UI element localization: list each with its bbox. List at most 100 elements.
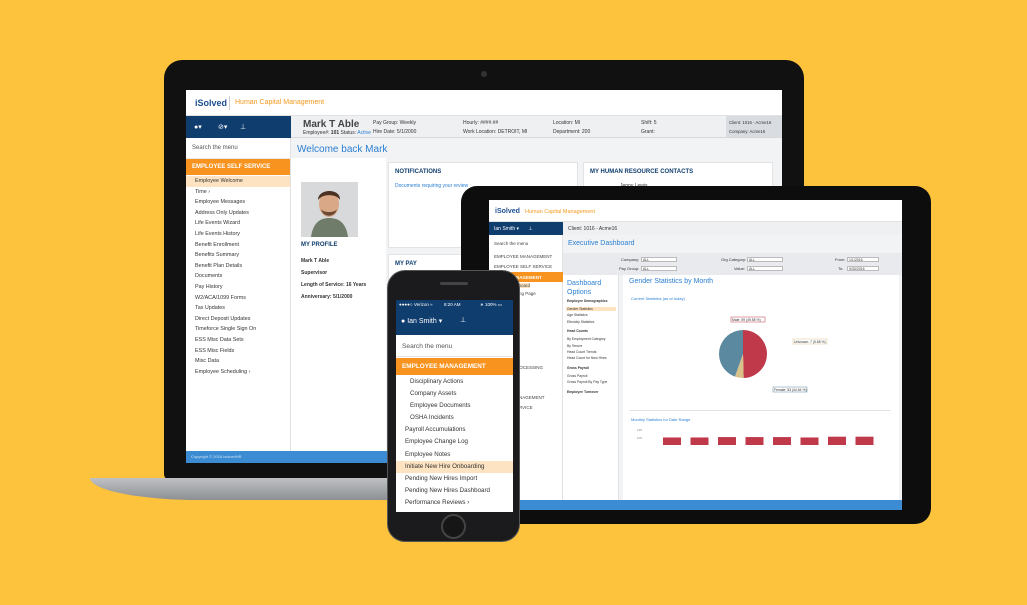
- dashboard-option[interactable]: By Tenure: [567, 344, 582, 348]
- chart-title: Gender Statistics by Month: [629, 278, 714, 285]
- from-date-input[interactable]: 1/1/2016: [847, 257, 879, 262]
- tablet-user-menu[interactable]: Ian Smith ▾ ⊥: [489, 222, 563, 235]
- y-tick-label: 100: [637, 436, 642, 440]
- pay-group-label: Pay Group:: [619, 266, 640, 271]
- sidebar-item[interactable]: Timeforce Single Sign On: [186, 324, 290, 335]
- sidebar-item[interactable]: Employee Scheduling ›: [186, 367, 290, 378]
- avatar: [301, 182, 358, 237]
- isolved-logo[interactable]: iSolved: [195, 98, 227, 108]
- menu-item[interactable]: Company Assets: [396, 388, 513, 400]
- company-label: Company:: [621, 257, 640, 262]
- section-employee-management[interactable]: EMPLOYEE MANAGEMENT: [396, 358, 513, 375]
- sidebar-item[interactable]: Life Events History: [186, 229, 290, 240]
- hr-contacts-title: MY HUMAN RESOURCE CONTACTS: [590, 169, 694, 175]
- sidebar-item[interactable]: Tax Updates: [186, 303, 290, 314]
- sidebar-item[interactable]: W2/ACA/1099 Forms: [186, 293, 290, 304]
- employee-id-status: Employee#: 101 Status: Active: [303, 130, 371, 136]
- sidebar-item[interactable]: Direct Deposit Updates: [186, 314, 290, 325]
- sidebar-item[interactable]: Address Only Updates: [186, 208, 290, 219]
- menu-item[interactable]: Payroll Accumulations: [396, 424, 513, 436]
- section-employee-self-service[interactable]: EMPLOYEE SELF SERVICE: [186, 159, 290, 175]
- grant: Grant:: [641, 129, 655, 135]
- profile-role: Supervisor: [301, 270, 328, 276]
- top-nav-bar: ●▾ ⊘▾ ⊥: [186, 116, 291, 138]
- sidebar-item[interactable]: ESS Misc Data Sets: [186, 335, 290, 346]
- menu-item[interactable]: OSHA Incidents: [396, 412, 513, 424]
- page-title: Executive Dashboard: [568, 240, 635, 247]
- battery-indicator: ∗ 100% ▭: [480, 302, 503, 307]
- user-menu-icon[interactable]: ●▾: [194, 123, 202, 131]
- phone-user-menu[interactable]: ● Ian Smith ▾ ⊥: [396, 309, 513, 335]
- menu-item[interactable]: Pending New Hires Import: [396, 473, 513, 485]
- menu-item[interactable]: Disciplinary Actions: [396, 376, 513, 388]
- dashboard-option[interactable]: Ethnicity Statistics: [567, 320, 594, 324]
- logo-divider: [229, 96, 230, 110]
- documents-review-link[interactable]: Documents requiring your review: [395, 183, 468, 189]
- pin-icon[interactable]: ⊥: [528, 226, 532, 232]
- laptop-camera: [481, 71, 487, 77]
- help-menu-icon[interactable]: ⊘▾: [218, 123, 227, 131]
- value-select[interactable]: ALL: [747, 266, 783, 271]
- menu-item[interactable]: Performance Reviews ›: [396, 497, 513, 509]
- profile-service: Length of Service: 16 Years: [301, 282, 367, 288]
- sidebar-item[interactable]: Employee Messages: [186, 197, 290, 208]
- isolved-logo[interactable]: iSolved: [495, 208, 520, 215]
- phone-user[interactable]: ● Ian Smith ▾: [401, 317, 442, 325]
- hire-date: Hire Date: 5/1/2000: [373, 129, 417, 135]
- sidebar-item[interactable]: Documents: [186, 271, 290, 282]
- product-name: Human Capital Management: [525, 209, 596, 215]
- org-category-select[interactable]: ALL: [747, 257, 783, 262]
- sidebar: Search the menu EMPLOYEE SELF SERVICE Em…: [186, 138, 291, 451]
- sidebar-item-ess[interactable]: EMPLOYEE SELF SERVICE: [494, 264, 552, 269]
- menu-item[interactable]: Pending New Hires Dashboard: [396, 485, 513, 497]
- company-select[interactable]: ALL: [641, 257, 677, 262]
- clock: 8:20 AM: [444, 302, 461, 307]
- sidebar-item[interactable]: Employee Welcome: [186, 176, 290, 187]
- phone-user-name: Ian Smith ▾: [407, 318, 443, 325]
- menu-item[interactable]: Employee Notes: [396, 449, 513, 461]
- dashboard-option[interactable]: Gross Payroll: [567, 374, 587, 378]
- home-button[interactable]: [441, 514, 466, 539]
- sidebar-item[interactable]: ROCESSING: [516, 365, 543, 370]
- menu-item[interactable]: Employee Change Log: [396, 436, 513, 448]
- dashboard-option[interactable]: Gross Payroll By Pay Type: [567, 380, 607, 384]
- monthly-stats-label: Monthly Statistics for Date Range: [631, 417, 691, 422]
- dashboard-option: Employee Turnover: [567, 389, 599, 394]
- sidebar-item[interactable]: Misc Data: [186, 356, 290, 367]
- dashboard-option[interactable]: Head Count for New Hires: [567, 356, 607, 360]
- pay-group-select[interactable]: ALL: [641, 266, 677, 271]
- sidebar-item[interactable]: Benefits Summary: [186, 250, 290, 261]
- dashboard-option[interactable]: By Employment Category: [567, 337, 605, 341]
- search-input[interactable]: Search the menu: [192, 145, 238, 151]
- sidebar-item[interactable]: Benefit Enrollment: [186, 240, 290, 251]
- pin-icon[interactable]: ⊥: [460, 316, 466, 324]
- menu-item[interactable]: Employee Documents: [396, 400, 513, 412]
- dashboard-option[interactable]: Gender Statistics: [566, 307, 616, 311]
- dashboard-option: Gross Payroll: [567, 365, 590, 370]
- sidebar-item[interactable]: Pay History: [186, 282, 290, 293]
- shift: Shift: 5: [641, 120, 657, 126]
- pin-icon[interactable]: ⊥: [240, 123, 246, 131]
- tablet-screen: iSolved Human Capital Management Ian Smi…: [489, 200, 902, 510]
- sidebar-item[interactable]: ESS Misc Fields: [186, 346, 290, 357]
- product-name: Human Capital Management: [235, 99, 325, 106]
- carrier-signal: ●●●●○ Verizon ≈: [399, 302, 433, 307]
- work-location: Work Location: DETROIT, MI: [463, 129, 528, 135]
- to-date-input[interactable]: 9/30/2016: [847, 266, 879, 271]
- tablet-client-bar: Client: 1016 - Acme16: [563, 222, 902, 235]
- dashboard-option: Employee Demographics: [567, 299, 608, 303]
- menu-item[interactable]: Initiate New Hire Onboarding: [396, 460, 513, 473]
- sidebar-item-employee-management[interactable]: EMPLOYEE MANAGEMENT: [494, 254, 552, 259]
- org-category-label: Org Category:: [721, 257, 747, 262]
- sidebar-item[interactable]: Life Events Wizard: [186, 218, 290, 229]
- dashboard-option[interactable]: Age Statistics: [567, 313, 588, 317]
- search-input[interactable]: Search the menu: [402, 343, 452, 350]
- sidebar-item[interactable]: ANAGEMENT: [516, 395, 545, 400]
- dashboard-option[interactable]: Head Count Trends: [567, 350, 596, 354]
- sidebar-item[interactable]: Benefit Plan Details: [186, 261, 290, 272]
- profile-anniversary: Anniversary: 5/1/2000: [301, 294, 353, 300]
- sidebar-item[interactable]: Time ›: [186, 187, 290, 198]
- chart-divider: [629, 410, 891, 411]
- search-input[interactable]: Search the menu: [494, 241, 528, 246]
- pie-label: Female: 53 (44.54 %): [774, 388, 807, 392]
